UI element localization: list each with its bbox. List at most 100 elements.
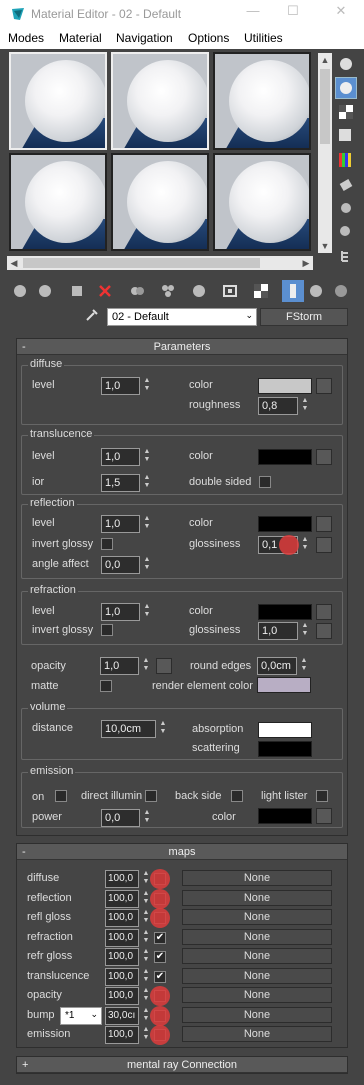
eyedropper-icon[interactable] — [84, 307, 100, 323]
parameters-header[interactable]: - Parameters — [17, 339, 347, 355]
horizontal-scrollbar[interactable]: ◀ ▶ — [7, 256, 313, 270]
double-sided-checkbox[interactable] — [259, 476, 271, 488]
refraction-glossiness-map-button[interactable] — [316, 623, 332, 639]
backlight-icon[interactable] — [335, 77, 357, 99]
map-enable-checkbox[interactable]: ✔ — [154, 951, 166, 963]
scroll-up-icon[interactable]: ▲ — [318, 53, 332, 67]
make-material-copy-icon[interactable] — [126, 280, 148, 302]
make-unique-icon[interactable] — [157, 280, 179, 302]
sample-slot[interactable] — [111, 153, 209, 251]
menu-material[interactable]: Material — [59, 31, 102, 45]
minimize-button[interactable]: — — [242, 3, 264, 23]
refraction-color-map-button[interactable] — [316, 604, 332, 620]
scroll-down-icon[interactable]: ▼ — [318, 239, 332, 253]
material-navigator-icon[interactable] — [335, 245, 357, 267]
close-button[interactable]: ✕ — [330, 3, 352, 23]
scroll-thumb[interactable] — [23, 258, 260, 268]
power-spinner[interactable]: 0,0 ▲ ▼ — [101, 809, 150, 827]
map-slot-button[interactable]: None — [182, 948, 332, 964]
diffuse-color-map-button[interactable] — [316, 378, 332, 394]
sample-slot[interactable] — [111, 52, 209, 150]
map-slot-button[interactable]: None — [182, 889, 332, 906]
scroll-thumb[interactable] — [320, 69, 330, 144]
light-lister-checkbox[interactable] — [316, 790, 328, 802]
material-type-button[interactable]: FStorm — [260, 308, 348, 326]
sample-slot[interactable] — [213, 52, 311, 150]
map-slot-button[interactable]: None — [182, 870, 332, 886]
map-amount-spinner[interactable]: 30,0cı ▲ ▼ — [105, 1006, 149, 1025]
menu-modes[interactable]: Modes — [8, 31, 44, 45]
refraction-glossiness-spinner[interactable]: 1,0 ▲ ▼ — [258, 622, 308, 640]
emission-color-swatch[interactable] — [258, 808, 312, 824]
map-slot-button[interactable]: None — [182, 1006, 332, 1023]
show-shaded-map-icon[interactable] — [250, 280, 272, 302]
map-amount-spinner[interactable]: 100,0 ▲ ▼ — [105, 909, 149, 927]
sample-slot[interactable] — [9, 52, 107, 150]
reflection-color-swatch[interactable] — [258, 516, 312, 532]
mental-ray-header[interactable]: + mental ray Connection — [17, 1057, 347, 1073]
bump-multiplier-dropdown[interactable]: *1 ⌄ — [60, 1006, 102, 1025]
reflection-level-spinner[interactable]: 1,0 ▲ ▼ — [101, 515, 150, 533]
video-color-check-icon[interactable] — [335, 149, 357, 171]
translucence-color-map-button[interactable] — [316, 449, 332, 465]
sample-type-icon[interactable] — [335, 53, 357, 75]
map-amount-spinner[interactable]: 100,0 ▲ ▼ — [105, 948, 149, 966]
map-slot-button[interactable]: None — [182, 987, 332, 1003]
menu-utilities[interactable]: Utilities — [244, 31, 283, 45]
maximize-button[interactable]: ☐ — [282, 3, 304, 23]
distance-spinner[interactable]: 10,0cm ▲ ▼ — [101, 720, 166, 738]
show-end-result-icon[interactable] — [282, 280, 304, 302]
map-amount-spinner[interactable]: 100,0 ▲ ▼ — [105, 967, 149, 986]
make-preview-icon[interactable] — [335, 173, 357, 195]
options-icon[interactable] — [335, 197, 357, 219]
map-slot-button[interactable]: None — [182, 909, 332, 925]
sample-slot[interactable] — [213, 153, 311, 251]
map-slot-button[interactable]: None — [182, 1026, 332, 1042]
sample-slot[interactable] — [9, 153, 107, 251]
map-enable-checkbox[interactable]: ✔ — [154, 970, 166, 983]
menu-navigation[interactable]: Navigation — [116, 31, 173, 45]
background-icon[interactable] — [335, 101, 357, 123]
direct-illumin-checkbox[interactable] — [145, 790, 157, 802]
translucence-level-spinner[interactable]: 1,0 ▲ ▼ — [101, 448, 150, 466]
maps-header[interactable]: - maps — [17, 844, 347, 860]
round-edges-spinner[interactable]: 0,0cm ▲ ▼ — [257, 657, 307, 675]
refraction-color-swatch[interactable] — [258, 604, 312, 620]
map-slot-button[interactable]: None — [182, 928, 332, 945]
scattering-color-swatch[interactable] — [258, 741, 312, 757]
scroll-right-icon[interactable]: ▶ — [299, 256, 313, 270]
put-material-to-scene-icon[interactable] — [34, 280, 56, 302]
scroll-left-icon[interactable]: ◀ — [7, 256, 21, 270]
reflection-color-map-button[interactable] — [316, 516, 332, 532]
reflection-invert-glossy-checkbox[interactable] — [101, 538, 113, 550]
render-element-color-swatch[interactable] — [257, 677, 311, 693]
get-material-icon[interactable] — [9, 280, 31, 302]
map-amount-spinner[interactable]: 100,0 ▲ ▼ — [105, 870, 149, 888]
go-forward-to-sibling-icon[interactable] — [330, 280, 352, 302]
ior-spinner[interactable]: 1,5 ▲ ▼ — [101, 474, 150, 492]
emission-on-checkbox[interactable] — [55, 790, 67, 802]
refraction-level-spinner[interactable]: 1,0 ▲ ▼ — [101, 603, 150, 621]
menu-options[interactable]: Options — [188, 31, 229, 45]
map-slot-button[interactable]: None — [182, 967, 332, 984]
sample-uv-tiling-icon[interactable] — [335, 125, 357, 147]
diffuse-level-spinner[interactable]: 1,0 ▲ ▼ — [101, 377, 150, 395]
put-to-library-icon[interactable] — [188, 280, 210, 302]
vertical-scrollbar[interactable]: ▲ ▼ — [318, 53, 332, 253]
angle-affect-spinner[interactable]: 0,0 ▲ ▼ — [101, 556, 150, 574]
map-enable-checkbox[interactable]: ✔ — [154, 931, 166, 944]
material-name-dropdown[interactable]: 02 - Default ⌄ — [107, 308, 257, 326]
refraction-invert-glossy-checkbox[interactable] — [101, 624, 113, 636]
diffuse-color-swatch[interactable] — [258, 378, 312, 394]
reset-map-icon[interactable] — [94, 280, 116, 302]
assign-material-icon[interactable] — [66, 280, 88, 302]
go-to-parent-icon[interactable] — [305, 280, 327, 302]
back-side-checkbox[interactable] — [231, 790, 243, 802]
map-amount-spinner[interactable]: 100,0 ▲ ▼ — [105, 987, 149, 1005]
absorption-color-swatch[interactable] — [258, 722, 312, 738]
map-amount-spinner[interactable]: 100,0 ▲ ▼ — [105, 928, 149, 947]
map-amount-spinner[interactable]: 100,0 ▲ ▼ — [105, 889, 149, 908]
translucence-color-swatch[interactable] — [258, 449, 312, 465]
emission-color-map-button[interactable] — [316, 808, 332, 824]
reflection-glossiness-map-button[interactable] — [316, 537, 332, 553]
